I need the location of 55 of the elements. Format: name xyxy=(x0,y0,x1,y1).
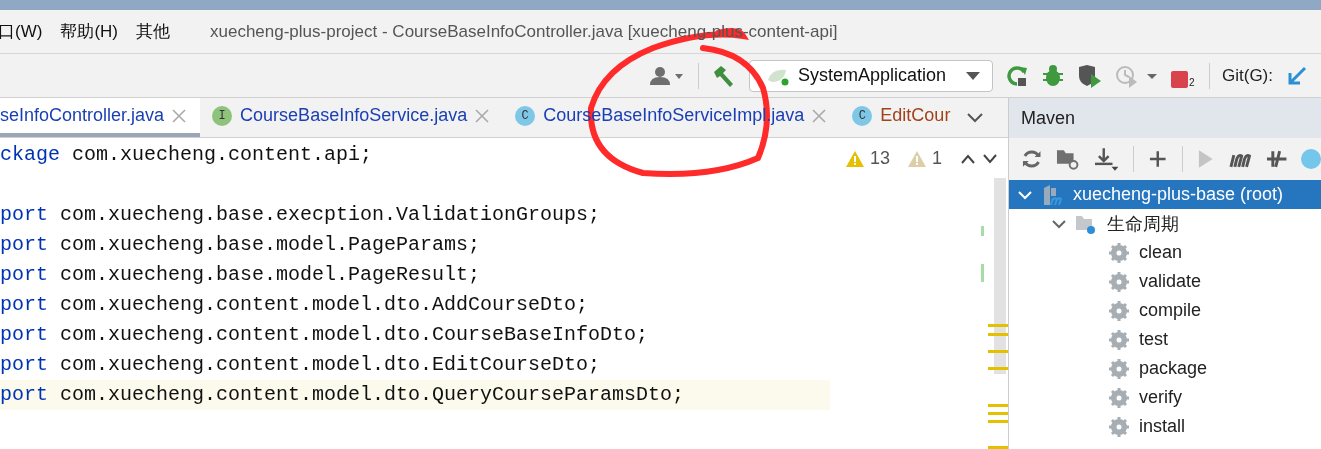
tree-item[interactable]: xuecheng-plus-base (root) xyxy=(1009,180,1321,209)
code-line: port com.xuecheng.content.model.dto.CourseBaseInfoDto; xyxy=(0,322,650,348)
file-type-icon: C xyxy=(515,105,536,126)
code-line: port com.xuecheng.base.execption.ValidationGroups; xyxy=(0,202,602,228)
code-line: port com.xuecheng.base.model.PageParams; xyxy=(0,232,482,258)
tree-item[interactable]: install xyxy=(1009,412,1321,441)
gear-icon xyxy=(1109,358,1129,379)
tree-item[interactable]: verify xyxy=(1009,383,1321,412)
editor-tab[interactable]: I CourseBaseInfoService.java xyxy=(200,98,504,137)
code-line: port com.xuecheng.base.model.PageResult; xyxy=(0,262,482,288)
gear-icon xyxy=(1109,329,1129,350)
code-line: ckage com.xuecheng.content.api; xyxy=(0,142,374,168)
weak-warning-icon xyxy=(908,150,926,167)
scrollbar-thumb[interactable] xyxy=(994,178,1006,374)
tree-item[interactable]: clean xyxy=(1009,238,1321,267)
weak-warning-count[interactable]: 1 xyxy=(932,148,942,169)
gear-icon xyxy=(1109,387,1129,408)
window-title: xuecheng-plus-project - CourseBaseInfoController.java [xuecheng-plus-content-api] xyxy=(210,21,838,42)
gear-icon xyxy=(1109,271,1129,292)
chevron-down-icon[interactable] xyxy=(982,153,998,164)
shield-run-icon[interactable] xyxy=(1077,63,1103,88)
code-line: port com.xuecheng.content.model.dto.EditCourseDto; xyxy=(0,352,602,378)
tree-item[interactable]: 生命周期 xyxy=(1009,209,1321,238)
download-icon[interactable] xyxy=(1093,147,1120,171)
git-label: Git(G): xyxy=(1222,65,1273,86)
refresh-icon[interactable] xyxy=(1021,148,1043,170)
tree-item[interactable]: test xyxy=(1009,325,1321,354)
chevron-down-icon[interactable] xyxy=(966,111,985,124)
code-line: port com.xuecheng.content.model.dto.AddCourseDto; xyxy=(0,292,590,318)
module-icon xyxy=(1041,183,1063,206)
plus-icon[interactable] xyxy=(1148,149,1168,169)
warning-icon xyxy=(845,150,864,167)
file-type-icon: I xyxy=(212,105,233,126)
menu-item[interactable]: 口(W) xyxy=(0,20,43,43)
menu-item[interactable]: 帮助(H) xyxy=(60,20,118,43)
editor-tab[interactable]: C EditCour xyxy=(840,98,959,137)
menu-item[interactable]: 其他 xyxy=(136,20,170,43)
tree-item[interactable]: compile xyxy=(1009,296,1321,325)
bug-icon[interactable] xyxy=(1041,63,1065,88)
run-configuration-dropdown[interactable]: SystemApplication xyxy=(749,59,993,92)
gear-icon xyxy=(1109,416,1129,437)
tree-item[interactable]: package xyxy=(1009,354,1321,383)
rerun-icon[interactable] xyxy=(1005,63,1029,88)
folder-refresh-icon[interactable] xyxy=(1056,148,1080,170)
gear-icon xyxy=(1109,300,1129,321)
caret-icon xyxy=(966,71,980,80)
panel-title: Maven xyxy=(1009,98,1321,138)
warning-count[interactable]: 13 xyxy=(869,148,890,169)
gear-icon xyxy=(1109,242,1129,263)
stop-button[interactable]: 2 xyxy=(1171,63,1197,88)
toggle-offline-icon[interactable] xyxy=(1265,149,1287,169)
tree-item[interactable]: validate xyxy=(1009,267,1321,296)
chevron-up-icon[interactable] xyxy=(960,153,976,164)
editor-tab[interactable]: seInfoController.java xyxy=(0,98,201,137)
file-type-icon: C xyxy=(852,105,873,126)
